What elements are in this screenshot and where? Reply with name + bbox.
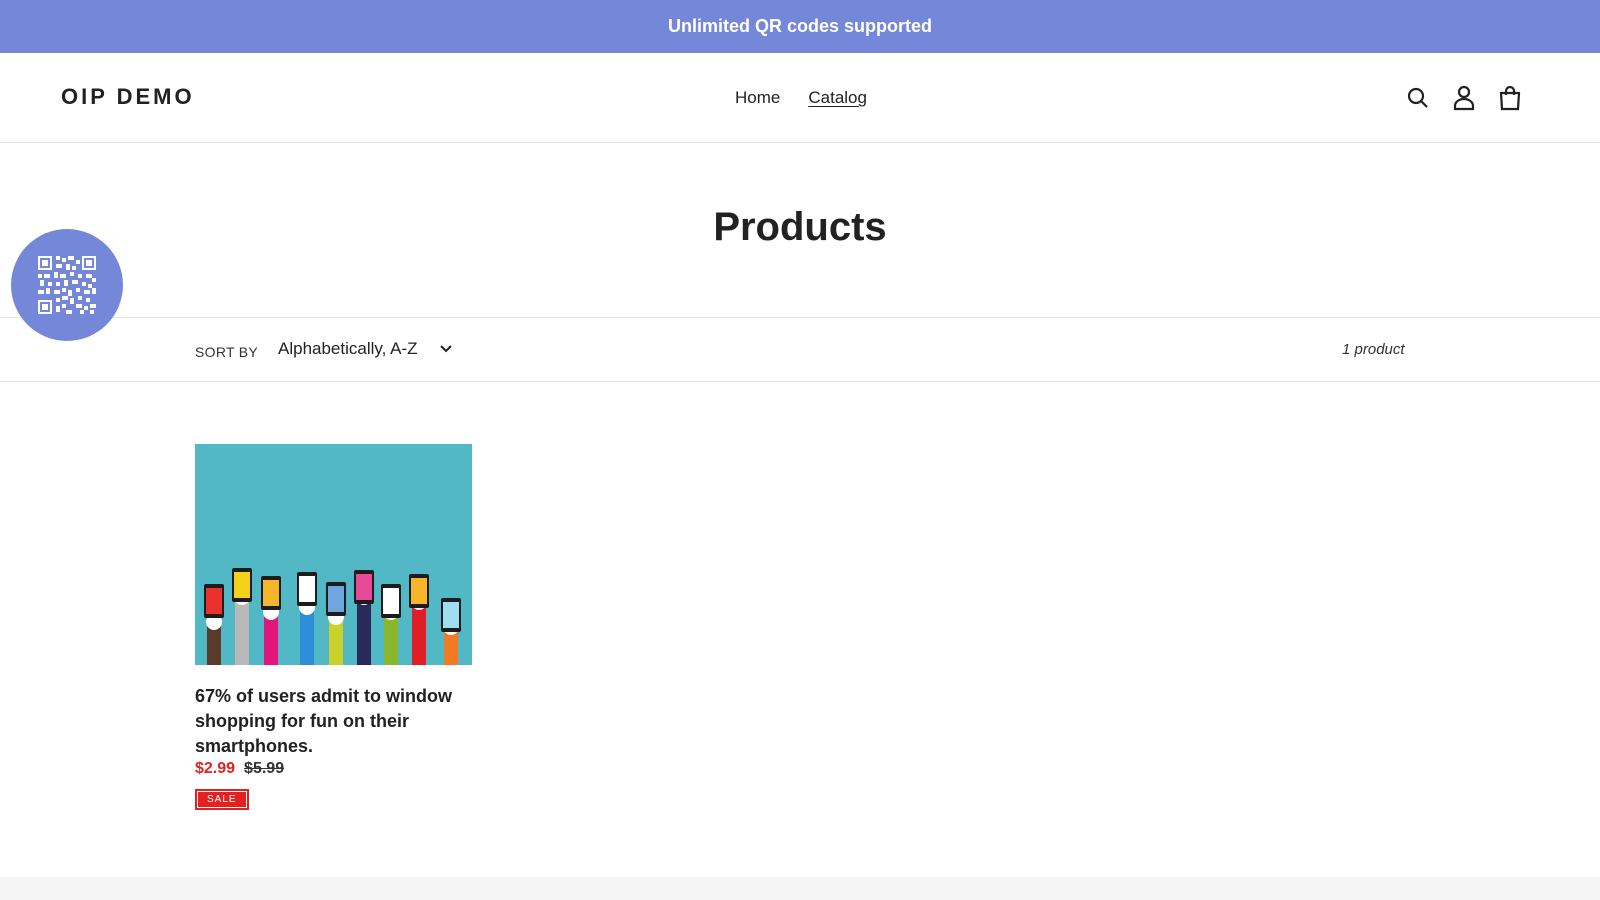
- header-icon-group: [1406, 83, 1522, 113]
- nav-catalog[interactable]: Catalog: [808, 88, 867, 108]
- sort-by-value: Alphabetically, A-Z: [278, 339, 418, 358]
- announcement-text: Unlimited QR codes supported: [667, 16, 933, 36]
- product-title[interactable]: 67% of users admit to window shopping fo…: [195, 684, 472, 759]
- sale-price: $2.99: [195, 760, 236, 777]
- sale-badge: SALE: [195, 789, 249, 810]
- qr-code-icon: [38, 256, 96, 314]
- qr-widget-button[interactable]: [11, 229, 123, 341]
- hands-holding-phones-illustration: [204, 568, 461, 665]
- nav-home[interactable]: Home: [735, 88, 780, 108]
- search-icon[interactable]: [1406, 83, 1430, 113]
- account-icon[interactable]: [1452, 83, 1476, 113]
- product-card[interactable]: 67% of users admit to window shopping fo…: [195, 444, 472, 810]
- price-row: $2.99 $5.99: [195, 760, 472, 778]
- page-title: Products: [713, 205, 887, 249]
- product-count: 1 product: [1342, 341, 1405, 358]
- cart-icon[interactable]: [1498, 83, 1522, 113]
- announcement-bar: Unlimited QR codes supported: [0, 0, 1600, 53]
- product-image[interactable]: [195, 444, 472, 665]
- site-header: OIP DEMO Home Catalog: [0, 53, 1600, 143]
- footer-strip: [0, 877, 1600, 900]
- collection-filter-bar: SORT BY Alphabetically, A-Z 1 product: [0, 317, 1600, 382]
- sort-by-select[interactable]: Alphabetically, A-Z: [278, 339, 452, 359]
- regular-price: $5.99: [244, 760, 285, 777]
- sort-by-label: SORT BY: [195, 344, 259, 360]
- main-nav: Home Catalog: [735, 88, 867, 108]
- store-logo[interactable]: OIP DEMO: [61, 84, 195, 110]
- chevron-down-icon: [439, 345, 452, 353]
